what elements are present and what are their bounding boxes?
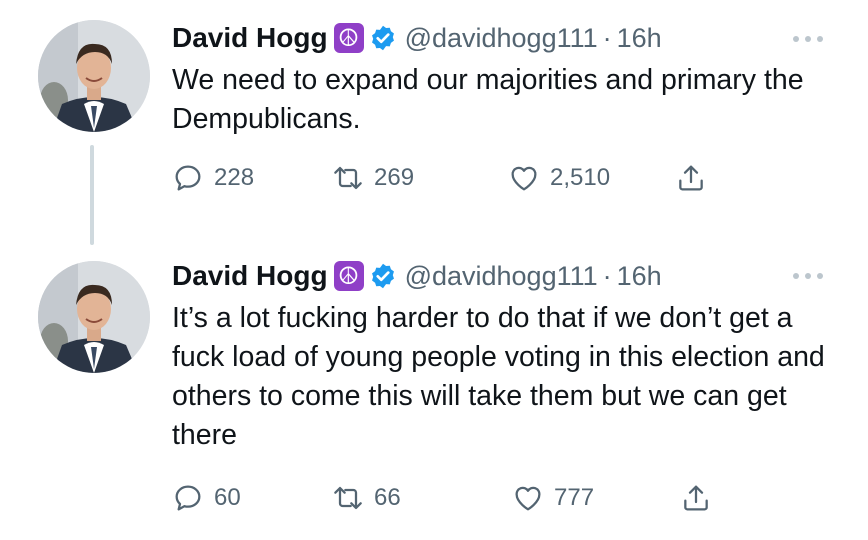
- author-handle[interactable]: @davidhogg111: [405, 261, 598, 292]
- share-button[interactable]: [680, 482, 712, 514]
- avatar[interactable]: [38, 261, 150, 373]
- separator-dot: ·: [602, 22, 612, 53]
- author-handle[interactable]: @davidhogg111: [405, 23, 598, 54]
- verified-badge-icon: [369, 24, 397, 52]
- tweet[interactable]: David Hogg ☮ @davidhogg111 · 16h We need…: [0, 0, 868, 245]
- peace-symbol-icon: ☮: [333, 261, 364, 291]
- more-options-icon[interactable]: [793, 271, 823, 281]
- retweet-count: 66: [374, 484, 401, 511]
- reply-button[interactable]: 228: [172, 162, 254, 194]
- like-count: 777: [554, 484, 595, 511]
- peace-symbol-icon: ☮: [333, 23, 364, 53]
- tweet-header: David Hogg ☮ @davidhogg111 · 16h: [172, 18, 662, 58]
- share-button[interactable]: [675, 162, 707, 194]
- share-icon: [679, 165, 703, 191]
- retweet-button[interactable]: 66: [332, 482, 401, 514]
- author-name[interactable]: David Hogg: [172, 22, 328, 54]
- reply-icon: [175, 165, 201, 191]
- avatar-photo: [38, 20, 150, 132]
- timestamp[interactable]: 16h: [617, 261, 662, 292]
- retweet-button[interactable]: 269: [332, 162, 414, 194]
- tweet-text: It’s a lot fucking harder to do that if …: [172, 302, 825, 451]
- author-name[interactable]: David Hogg: [172, 260, 328, 292]
- share-icon: [684, 485, 708, 511]
- reply-count: 228: [214, 164, 255, 191]
- like-button[interactable]: 2,510: [508, 162, 610, 194]
- avatar[interactable]: [38, 20, 150, 132]
- reply-icon: [175, 485, 201, 511]
- verified-badge-icon: [369, 262, 397, 290]
- like-button[interactable]: 777: [512, 482, 594, 514]
- retweet-icon: [334, 486, 362, 510]
- tweet-header: David Hogg ☮ @davidhogg111 · 16h: [172, 256, 662, 296]
- heart-icon: [515, 486, 541, 511]
- tweet[interactable]: David Hogg ☮ @davidhogg111 · 16h It’s a …: [0, 245, 868, 540]
- tweet-text: We need to expand our majorities and pri…: [172, 64, 804, 135]
- like-count: 2,510: [550, 164, 611, 191]
- heart-icon: [511, 166, 537, 191]
- retweet-count: 269: [374, 164, 415, 191]
- action-bar: 60 66 777: [0, 482, 868, 522]
- action-bar: 228 269 2,510: [0, 162, 868, 202]
- retweet-icon: [334, 166, 362, 190]
- timestamp[interactable]: 16h: [617, 23, 662, 54]
- separator-dot: ·: [602, 260, 612, 291]
- more-options-icon[interactable]: [793, 34, 823, 44]
- avatar-photo: [38, 261, 150, 373]
- reply-count: 60: [214, 484, 241, 511]
- reply-button[interactable]: 60: [172, 482, 241, 514]
